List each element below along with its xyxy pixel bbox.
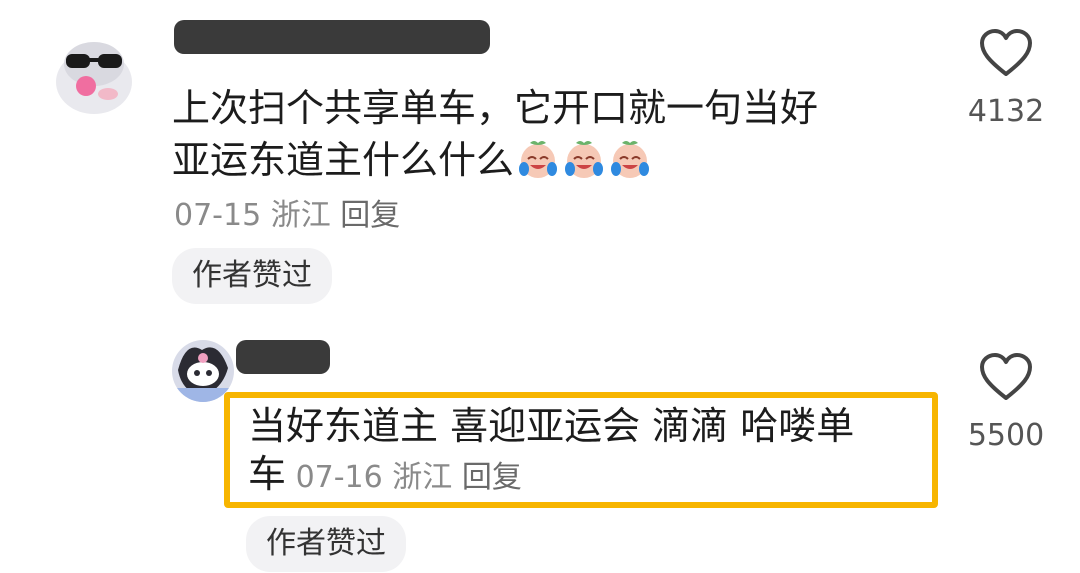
comment-location: 浙江 xyxy=(392,460,453,495)
heart-icon xyxy=(980,29,1032,76)
like-count: 4132 xyxy=(967,94,1045,129)
reply-text-line: 当好东道主 喜迎亚运会 滴滴 哈喽单 xyxy=(248,404,855,448)
username-redacted[interactable] xyxy=(236,340,330,374)
like-button[interactable] xyxy=(974,28,1038,78)
comment-date: 07-16 xyxy=(295,460,383,495)
username-redacted[interactable] xyxy=(174,20,490,54)
comment-date: 07-15 xyxy=(174,198,262,233)
crying-laugh-emoji xyxy=(562,139,606,192)
comment-text: 上次扫个共享单车，它开口就一句当好 亚运东道主什么什么 xyxy=(172,82,818,192)
avatar[interactable] xyxy=(46,24,142,120)
reply-text-line: 车 07-16 浙江 回复 xyxy=(248,452,522,496)
comment-text-line: 上次扫个共享单车，它开口就一句当好 xyxy=(172,86,819,130)
reply-button[interactable]: 回复 xyxy=(340,198,400,233)
author-liked-badge: 作者赞过 xyxy=(172,248,332,304)
comment-meta: 07-15 浙江 回复 xyxy=(174,196,400,236)
crying-laugh-emoji xyxy=(608,139,652,192)
reply-button[interactable]: 回复 xyxy=(462,460,522,495)
crying-laugh-emoji xyxy=(516,139,560,192)
comment-text-line: 亚运东道主什么什么 xyxy=(172,134,818,192)
author-liked-badge: 作者赞过 xyxy=(246,516,406,572)
reply-text: 当好东道主 喜迎亚运会 滴滴 哈喽单 车 07-16 浙江 回复 xyxy=(248,402,854,502)
like-count: 5500 xyxy=(967,418,1045,453)
heart-icon xyxy=(980,353,1032,400)
like-button[interactable] xyxy=(974,352,1038,402)
comment-location: 浙江 xyxy=(270,198,331,233)
